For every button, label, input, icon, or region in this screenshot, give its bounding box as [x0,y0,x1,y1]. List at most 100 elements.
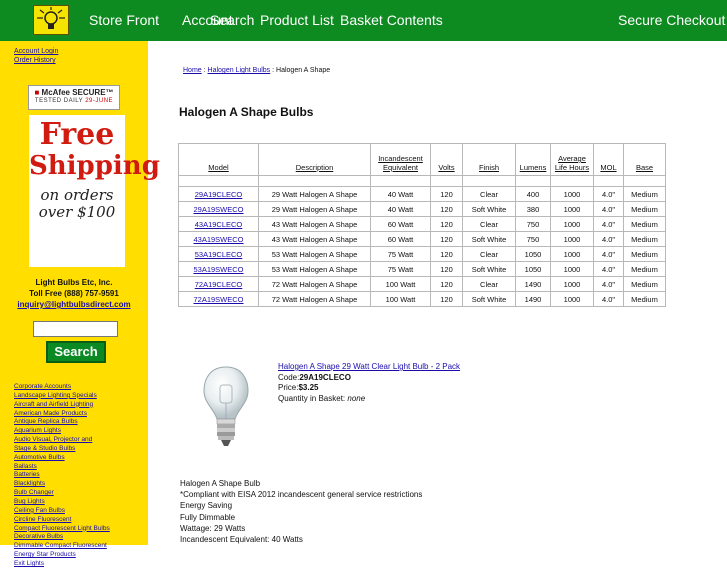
table-cell: 4.0" [593,246,624,262]
table-cell: 120 [430,291,463,307]
column-header[interactable]: Volts [430,143,463,176]
column-header[interactable]: Finish [462,143,516,176]
table-cell: 40 Watt [370,186,431,202]
table-cell: 43 Watt Halogen A Shape [258,216,371,232]
model-link[interactable]: 43A19CLECO [195,220,243,229]
sidebar-category-link[interactable]: Corporate Accounts [14,383,110,392]
column-header[interactable]: Description [258,143,371,176]
sidebar-category-link[interactable]: Circline Fluorescent [14,516,110,525]
sidebar-category-link[interactable]: Batteries [14,471,110,480]
sidebar-category-link[interactable]: Automotive Bulbs [14,454,110,463]
table-cell: Medium [623,186,666,202]
table-cell: 72A19SWECO [178,291,259,307]
featured-product: Halogen A Shape 29 Watt Clear Light Bulb… [278,362,460,404]
light-bulb-logo-icon[interactable] [33,5,69,35]
company-name: Light Bulbs Etc, Inc. [35,278,113,287]
table-cell [623,175,666,187]
sidebar-category-link[interactable]: Bulb Changer [14,489,110,498]
table-cell: 100 Watt [370,291,431,307]
sidebar-category-link[interactable]: Dimmable Compact Fluorescent [14,542,110,551]
table-row: 29A19SWECO 29 Watt Halogen A Shape 40 Watt… [178,201,666,217]
table-cell: 4.0" [593,231,624,247]
sidebar-category-link[interactable]: Antique Replica Bulbs [14,418,110,427]
table-cell: 53 Watt Halogen A Shape [258,261,371,277]
model-link[interactable]: 43A19SWECO [193,235,243,244]
sidebar-category-link[interactable]: Blacklights [14,480,110,489]
table-cell: 53 Watt Halogen A Shape [258,246,371,262]
sidebar-category-link[interactable]: Ballasts [14,463,110,472]
table-cell: Soft White [462,291,516,307]
free-shipping-banner[interactable]: Free Shipping on orders over $100 [29,115,160,267]
table-cell: Clear [462,246,516,262]
sidebar-category-link[interactable]: Energy Star Products [14,551,110,560]
table-cell: 120 [430,216,463,232]
column-header-label: Average [558,154,586,163]
nav-secure-checkout[interactable]: Secure Checkout [618,12,725,28]
featured-product-title-link[interactable]: Halogen A Shape 29 Watt Clear Light Bulb… [278,362,460,371]
column-header[interactable]: MOL [593,143,624,176]
sidebar-category-link[interactable]: Landscape Lighting Specials [14,392,110,401]
column-header[interactable]: Model [178,143,259,176]
halogen-bulb-image[interactable] [200,365,252,449]
model-link[interactable]: 29A19CLECO [195,190,243,199]
nav-basket-contents[interactable]: Basket Contents [340,12,443,28]
breadcrumb-home[interactable]: Home [183,67,202,74]
search-button[interactable]: Search [46,341,106,363]
sidebar-category-link[interactable]: Decorative Bulbs [14,533,110,542]
sidebar-category-link[interactable]: Aircraft and Airfield Lighting [14,401,110,410]
column-header-label: Volts [438,163,455,172]
table-cell: 1000 [550,261,594,277]
on-orders-text: on orders [40,186,114,204]
email-link[interactable]: inquiry@lightbulbsdirect.com [0,299,148,310]
table-cell: 4.0" [593,201,624,217]
table-cell: 72 Watt Halogen A Shape [258,291,371,307]
table-cell: Clear [462,216,516,232]
nav-store-front[interactable]: Store Front [89,12,159,28]
column-header[interactable]: Average Life Hours [550,143,594,176]
sidebar-category-link[interactable]: Audio Visual, Projector and [14,436,110,445]
model-link[interactable]: 53A19CLECO [195,250,243,259]
sidebar-category-link[interactable]: Ceiling Fan Bulbs [14,507,110,516]
table-cell: 1490 [515,276,551,292]
table-cell [593,175,624,187]
model-link[interactable]: 72A19SWECO [193,295,243,304]
table-cell: 29A19SWECO [178,201,259,217]
table-spacer-row [178,175,666,187]
table-cell: 380 [515,201,551,217]
table-cell: 1000 [550,186,594,202]
table-cell [550,175,594,187]
sidebar-category-link[interactable]: Aquarium Lights [14,427,110,436]
mcafee-secure-badge[interactable]: ■ McAfee SECURE™ TESTED DAILY 29-JUNE [28,85,120,110]
column-header[interactable]: Incandescent Equivalent [370,143,431,176]
table-cell [258,175,371,187]
order-history-link[interactable]: Order History [14,56,56,65]
table-header-row: Model Description Incandescent Equivalent Vo… [178,143,666,176]
sidebar-category-link[interactable]: Bug Lights [14,498,110,507]
table-cell: 120 [430,231,463,247]
column-header[interactable]: Lumens [515,143,551,176]
account-login-link[interactable]: Account Login [14,47,58,56]
nav-product-list[interactable]: Product List [260,12,334,28]
sidebar-category-link[interactable]: Stage & Studio Bulbs [14,445,110,454]
shipping-text: Shipping [29,151,160,181]
model-link[interactable]: 53A19SWECO [193,265,243,274]
table-cell: 29 Watt Halogen A Shape [258,186,371,202]
column-header-label: MOL [600,163,617,172]
description-line: Fully Dimmable [180,512,236,522]
table-cell: 43A19CLECO [178,216,259,232]
breadcrumb-category[interactable]: Halogen Light Bulbs [208,67,271,74]
table-cell: Medium [623,291,666,307]
model-link[interactable]: 72A19CLECO [195,280,243,289]
table-cell: 100 Watt [370,276,431,292]
table-cell: 75 Watt [370,246,431,262]
column-header[interactable]: Base [623,143,666,176]
sidebar-category-link[interactable]: Compact Fluorescent Light Bulbs [14,525,110,534]
nav-search[interactable]: Search [210,12,254,28]
sidebar-category-link[interactable]: American Made Products [14,410,110,419]
sidebar-category-link[interactable]: Exit Lights [14,560,110,569]
model-link[interactable]: 29A19SWECO [193,205,243,214]
search-input[interactable] [33,321,118,337]
table-cell: 1000 [550,276,594,292]
free-text: Free [39,117,115,152]
table-cell: 40 Watt [370,201,431,217]
